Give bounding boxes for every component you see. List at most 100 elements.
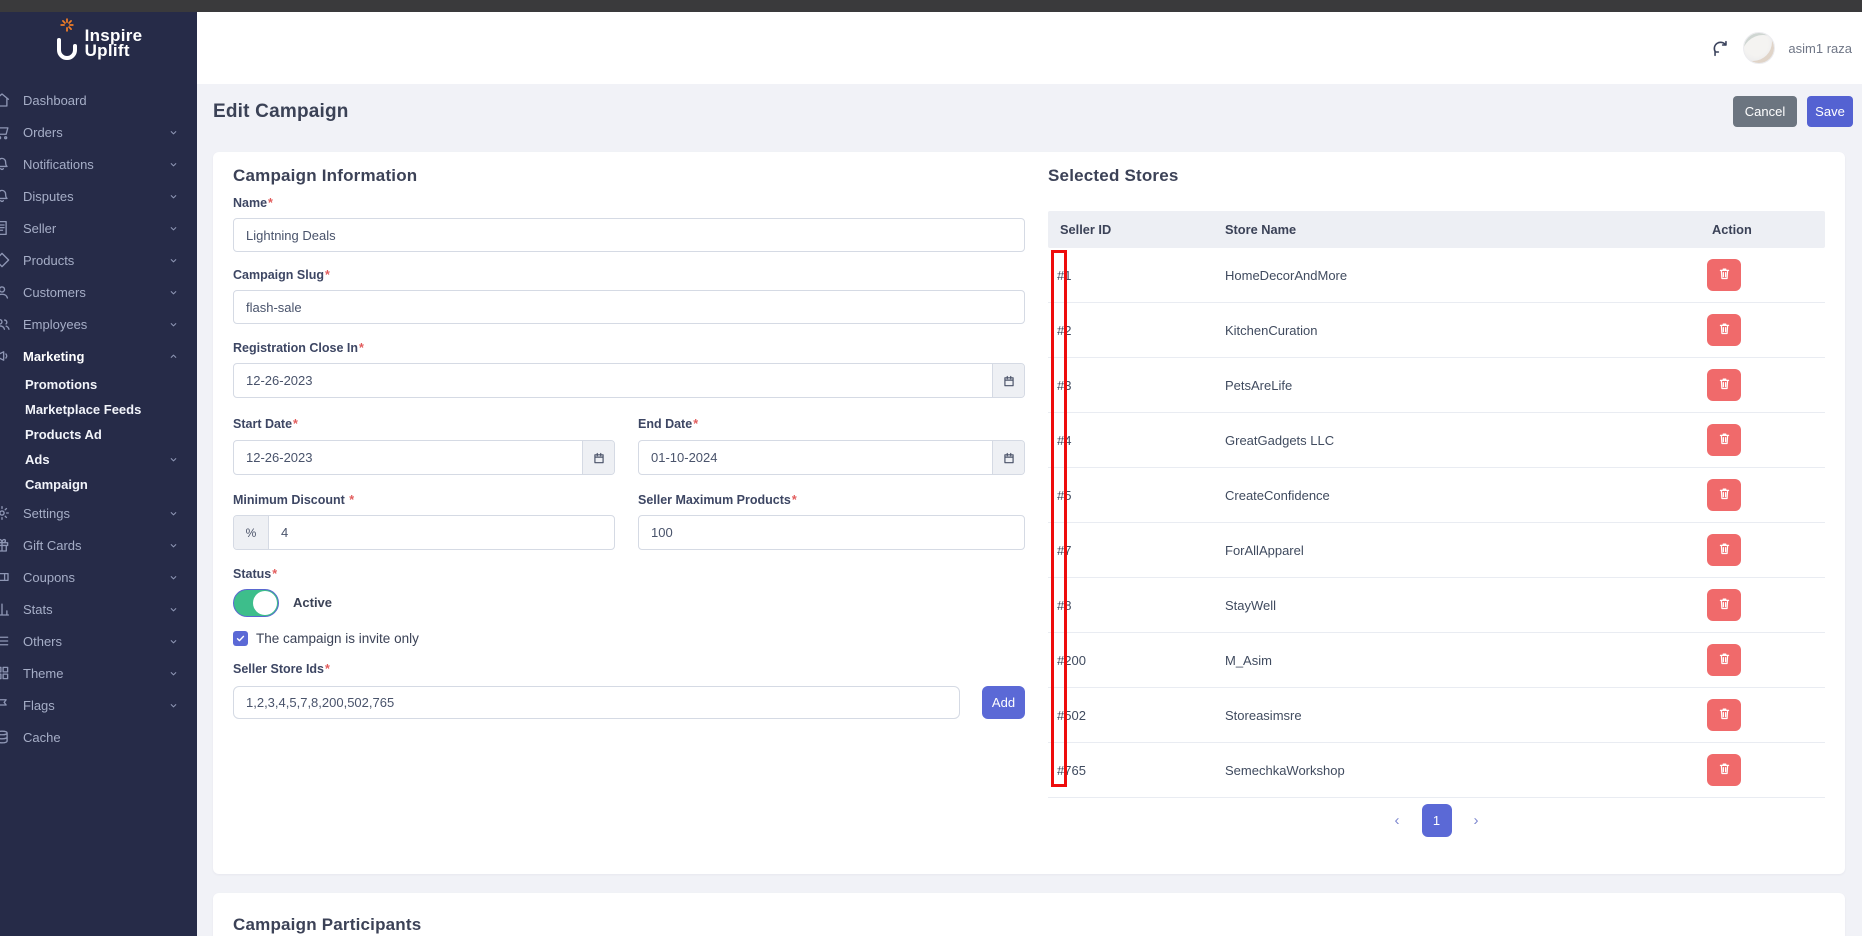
sidebar-item-label: Flags bbox=[23, 698, 55, 713]
list-icon bbox=[0, 632, 11, 650]
document-icon bbox=[0, 219, 11, 237]
sidebar-item-campaign[interactable]: Campaign bbox=[0, 472, 197, 497]
start-date-input[interactable] bbox=[233, 440, 615, 475]
invite-only-checkbox[interactable] bbox=[233, 631, 248, 646]
pagination-page-1-button[interactable]: 1 bbox=[1422, 804, 1452, 837]
cancel-button[interactable]: Cancel bbox=[1733, 96, 1797, 127]
store-name-cell: StayWell bbox=[1225, 598, 1276, 613]
sidebar-item-label: Gift Cards bbox=[23, 538, 82, 553]
sidebar-item-cache[interactable]: Cache bbox=[0, 721, 197, 753]
minimum-discount-input[interactable]: % bbox=[233, 515, 615, 550]
delete-store-button[interactable] bbox=[1707, 259, 1741, 291]
sidebar-item-products-ad[interactable]: Products Ad bbox=[0, 422, 197, 447]
registration-close-input[interactable] bbox=[233, 363, 1025, 398]
pagination-prev-button[interactable]: ‹ bbox=[1389, 811, 1406, 830]
table-row: #2KitchenCuration bbox=[1048, 303, 1825, 358]
delete-store-button[interactable] bbox=[1707, 589, 1741, 621]
status-toggle[interactable] bbox=[233, 589, 279, 617]
sidebar-item-marketing[interactable]: Marketing bbox=[0, 340, 197, 372]
user-name[interactable]: asim1 raza bbox=[1788, 41, 1852, 56]
chevron-up-icon bbox=[168, 351, 179, 362]
campaign-slug-label: Campaign Slug* bbox=[233, 268, 330, 282]
orange-burst-icon bbox=[60, 18, 74, 32]
sidebar-item-employees[interactable]: Employees bbox=[0, 308, 197, 340]
page-title: Edit Campaign bbox=[213, 101, 349, 123]
sidebar-item-notifications[interactable]: Notifications bbox=[0, 148, 197, 180]
users-icon bbox=[0, 315, 11, 333]
refresh-icon[interactable] bbox=[1711, 39, 1730, 58]
store-name-cell: SemechkaWorkshop bbox=[1225, 763, 1345, 778]
sidebar-item-promotions[interactable]: Promotions bbox=[0, 372, 197, 397]
sidebar-item-gift-cards[interactable]: Gift Cards bbox=[0, 529, 197, 561]
brand-logo[interactable]: InspireUplift bbox=[0, 12, 197, 74]
seller-id-cell: #4 bbox=[1057, 433, 1071, 448]
content-area: Edit Campaign Cancel Save Campaign Infor… bbox=[197, 84, 1862, 936]
seller-id-cell: #200 bbox=[1057, 653, 1086, 668]
pagination-next-button[interactable]: › bbox=[1468, 811, 1485, 830]
trash-icon bbox=[1717, 266, 1732, 284]
delete-store-button[interactable] bbox=[1707, 644, 1741, 676]
chevron-down-icon bbox=[168, 604, 179, 615]
sidebar-item-ads[interactable]: Ads bbox=[0, 447, 197, 472]
campaign-information-title: Campaign Information bbox=[233, 166, 417, 186]
sidebar-item-others[interactable]: Others bbox=[0, 625, 197, 657]
campaign-participants-card: Campaign Participants bbox=[213, 893, 1845, 936]
add-store-button[interactable]: Add bbox=[982, 686, 1025, 719]
table-row: #1HomeDecorAndMore bbox=[1048, 248, 1825, 303]
calendar-icon[interactable] bbox=[582, 441, 614, 474]
trash-icon bbox=[1717, 706, 1732, 724]
user-avatar[interactable] bbox=[1743, 32, 1775, 64]
stores-table-body: #1HomeDecorAndMore#2KitchenCuration#3Pet… bbox=[1048, 248, 1825, 798]
app-window: InspireUplift Dashboard OrdersNotificatio… bbox=[0, 0, 1862, 936]
seller-id-cell: #1 bbox=[1057, 268, 1071, 283]
campaign-slug-input[interactable] bbox=[233, 290, 1025, 324]
chevron-down-icon bbox=[168, 572, 179, 583]
sidebar-item-seller[interactable]: Seller bbox=[0, 212, 197, 244]
delete-store-button[interactable] bbox=[1707, 369, 1741, 401]
delete-store-button[interactable] bbox=[1707, 754, 1741, 786]
sidebar-item-theme[interactable]: Theme bbox=[0, 657, 197, 689]
seller-id-cell: #2 bbox=[1057, 323, 1071, 338]
sidebar-item-customers[interactable]: Customers bbox=[0, 276, 197, 308]
calendar-icon[interactable] bbox=[992, 441, 1024, 474]
sidebar: InspireUplift Dashboard OrdersNotificatio… bbox=[0, 12, 197, 936]
chevron-down-icon bbox=[168, 159, 179, 170]
diamond-icon bbox=[0, 251, 11, 269]
store-ids-label: Seller Store Ids* bbox=[233, 662, 330, 676]
chevron-down-icon bbox=[168, 700, 179, 711]
save-button[interactable]: Save bbox=[1807, 96, 1853, 127]
calendar-icon[interactable] bbox=[992, 364, 1024, 397]
sidebar-item-flags[interactable]: Flags bbox=[0, 689, 197, 721]
delete-store-button[interactable] bbox=[1707, 699, 1741, 731]
sidebar-item-coupons[interactable]: Coupons bbox=[0, 561, 197, 593]
sidebar-item-disputes[interactable]: Disputes bbox=[0, 180, 197, 212]
chevron-down-icon bbox=[168, 287, 179, 298]
sidebar-item-marketplace-feeds[interactable]: Marketplace Feeds bbox=[0, 397, 197, 422]
max-products-input[interactable] bbox=[638, 515, 1025, 550]
ticket-icon bbox=[0, 568, 11, 586]
sidebar-item-stats[interactable]: Stats bbox=[0, 593, 197, 625]
user-icon bbox=[0, 283, 11, 301]
status-value: Active bbox=[293, 595, 332, 610]
sidebar-item-settings[interactable]: Settings bbox=[0, 497, 197, 529]
end-date-input[interactable] bbox=[638, 440, 1025, 475]
invite-only-label: The campaign is invite only bbox=[256, 631, 419, 646]
sidebar-item-orders[interactable]: Orders bbox=[0, 116, 197, 148]
percent-addon: % bbox=[234, 516, 269, 549]
sidebar-item-products[interactable]: Products bbox=[0, 244, 197, 276]
delete-store-button[interactable] bbox=[1707, 314, 1741, 346]
delete-store-button[interactable] bbox=[1707, 534, 1741, 566]
database-icon bbox=[0, 728, 11, 746]
name-input[interactable] bbox=[233, 218, 1025, 252]
store-name-cell: ForAllApparel bbox=[1225, 543, 1304, 558]
store-ids-input[interactable] bbox=[233, 686, 960, 719]
brand-name: InspireUplift bbox=[85, 28, 143, 58]
sidebar-item-label: Disputes bbox=[23, 189, 74, 204]
seller-id-cell: #7 bbox=[1057, 543, 1071, 558]
sidebar-item-label: Dashboard bbox=[23, 93, 87, 108]
sidebar-item-dashboard[interactable]: Dashboard bbox=[0, 84, 197, 116]
sidebar-item-label: Products bbox=[23, 253, 74, 268]
delete-store-button[interactable] bbox=[1707, 479, 1741, 511]
delete-store-button[interactable] bbox=[1707, 424, 1741, 456]
campaign-participants-title: Campaign Participants bbox=[233, 915, 421, 935]
